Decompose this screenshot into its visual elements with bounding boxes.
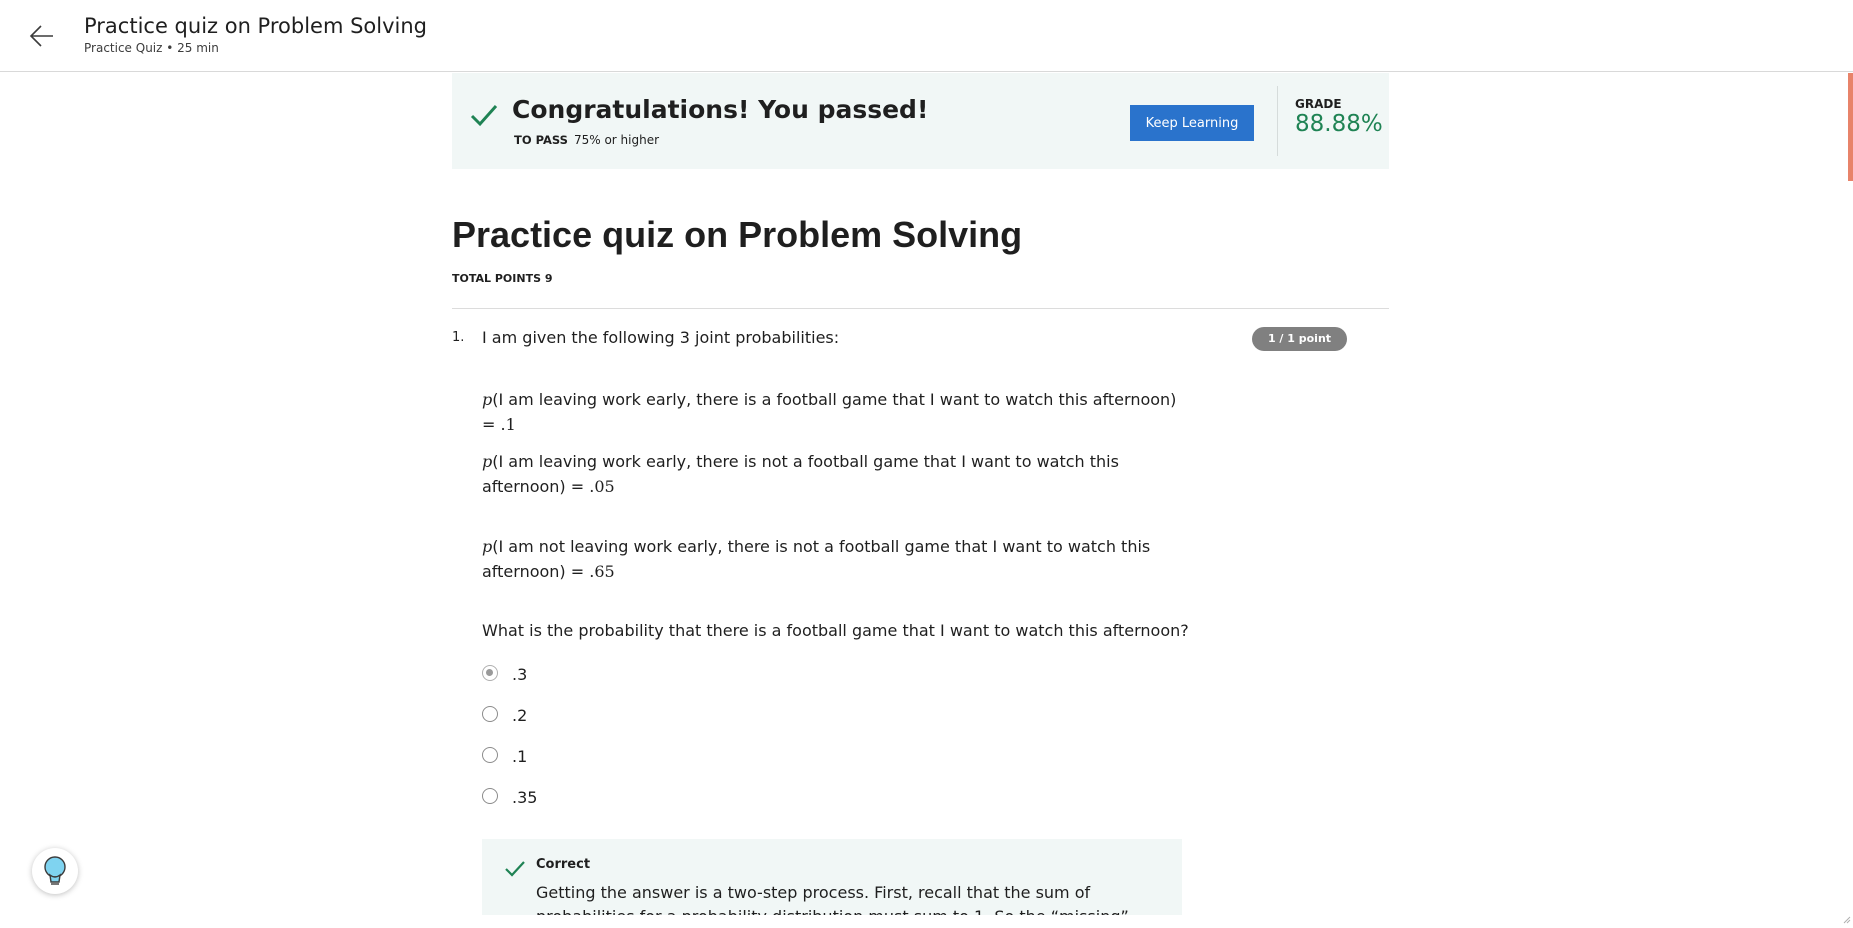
prob-value: .65 xyxy=(589,562,615,581)
prob-text: (I am leaving work early, there is a foo… xyxy=(482,390,1177,434)
feedback-text: Getting the answer is a two-step process… xyxy=(536,883,1129,915)
question-prompt: What is the probability that there is a … xyxy=(482,621,1189,640)
points-badge: 1 / 1 point xyxy=(1252,327,1347,351)
resize-grip-icon[interactable] xyxy=(1841,914,1851,924)
viewport-edge xyxy=(0,915,1853,928)
question-intro: I am given the following 3 joint probabi… xyxy=(482,328,840,347)
pass-message: Congratulations! You passed! xyxy=(512,95,929,124)
top-bar: Practice quiz on Problem Solving Practic… xyxy=(0,0,1853,72)
probability-statement: p(I am leaving work early, there is a fo… xyxy=(482,387,1182,437)
page-title: Practice quiz on Problem Solving xyxy=(452,214,1023,255)
result-banner: Congratulations! You passed! TO PASS 75% … xyxy=(452,73,1389,169)
radio-button[interactable] xyxy=(482,788,498,804)
prob-symbol: p xyxy=(482,390,493,409)
radio-button[interactable] xyxy=(482,706,498,722)
arrow-left-icon xyxy=(29,25,53,47)
option-label: .35 xyxy=(512,788,538,807)
feedback-title: Correct xyxy=(536,857,591,872)
to-pass-label: TO PASS xyxy=(514,133,568,147)
header-title: Practice quiz on Problem Solving xyxy=(84,14,428,38)
prob-text: (I am not leaving work early, there is n… xyxy=(482,537,1151,581)
option-label: .3 xyxy=(512,665,528,684)
feedback-panel: Correct Getting the answer is a two-step… xyxy=(482,839,1182,915)
divider xyxy=(1277,86,1278,156)
option-label: .1 xyxy=(512,747,528,766)
keep-learning-button[interactable]: Keep Learning xyxy=(1130,105,1254,141)
prob-symbol: p xyxy=(482,452,493,471)
divider xyxy=(452,308,1389,309)
hint-button[interactable] xyxy=(32,848,78,894)
lightbulb-icon xyxy=(44,856,66,885)
header-subtitle: Practice Quiz • 25 min xyxy=(84,41,219,55)
check-icon xyxy=(470,105,498,127)
grade-label: GRADE xyxy=(1295,97,1342,111)
prob-symbol: p xyxy=(482,537,493,556)
check-icon xyxy=(505,861,525,877)
scrollbar-thumb[interactable] xyxy=(1848,73,1853,181)
probability-statement: p(I am leaving work early, there is not … xyxy=(482,449,1182,499)
back-button[interactable] xyxy=(27,20,59,52)
total-points: TOTAL POINTS 9 xyxy=(452,272,553,285)
probability-statement: p(I am not leaving work early, there is … xyxy=(482,534,1182,584)
grade-value: 88.88% xyxy=(1295,111,1383,137)
pass-threshold: TO PASS 75% or higher xyxy=(514,133,659,147)
radio-button[interactable] xyxy=(482,665,498,681)
to-pass-value: 75% or higher xyxy=(573,133,660,147)
prob-text: (I am leaving work early, there is not a… xyxy=(482,452,1119,496)
option-label: .2 xyxy=(512,706,528,725)
prob-value: .05 xyxy=(589,477,615,496)
question-number: 1. xyxy=(452,330,465,345)
prob-value: .1 xyxy=(500,415,516,434)
radio-button[interactable] xyxy=(482,747,498,763)
